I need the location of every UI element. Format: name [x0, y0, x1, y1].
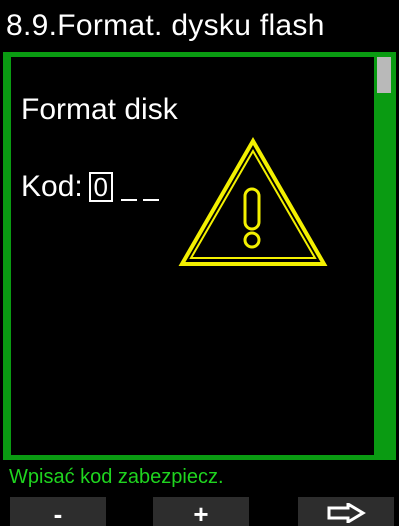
scrollbar-track[interactable]	[377, 57, 391, 455]
plus-button[interactable]: +	[153, 497, 249, 526]
arrow-right-icon	[327, 503, 366, 523]
content-panel: Format disk Kod: 0	[11, 57, 374, 455]
code-digit-2[interactable]	[120, 173, 137, 201]
next-button[interactable]	[298, 497, 394, 526]
code-label: Kod:	[21, 170, 83, 203]
code-entry[interactable]: Kod: 0	[21, 170, 159, 204]
minus-button[interactable]: -	[10, 497, 106, 526]
status-message: Wpisać kod zabezpiecz.	[9, 466, 224, 488]
content-frame: Format disk Kod: 0	[3, 52, 396, 460]
scrollbar-thumb[interactable]	[377, 57, 391, 93]
softkey-bar: - +	[0, 497, 399, 526]
page-title: 8.9.Format. dysku flash	[0, 0, 399, 52]
code-digit-1[interactable]: 0	[88, 172, 113, 202]
code-digit-3[interactable]	[142, 173, 159, 201]
format-disk-heading: Format disk	[21, 93, 178, 126]
warning-triangle-icon	[178, 136, 328, 272]
